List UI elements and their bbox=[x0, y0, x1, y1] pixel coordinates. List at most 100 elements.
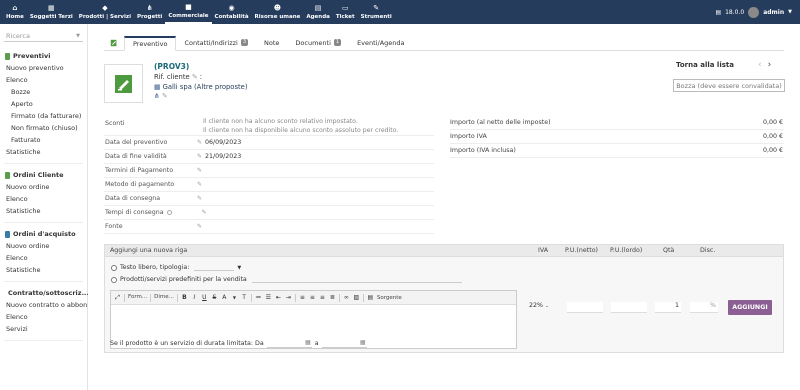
top-menu-risorse-umane[interactable]: ☻ Risorse umane bbox=[252, 0, 304, 24]
info-icon[interactable] bbox=[166, 210, 172, 215]
free-text-option[interactable]: Testo libero, tipologia: ▼ bbox=[111, 264, 241, 271]
sidebar-item[interactable]: Elenco bbox=[0, 252, 87, 264]
calendar-icon[interactable]: ▦ bbox=[360, 339, 366, 346]
outdent-icon[interactable]: ⇤ bbox=[275, 294, 282, 302]
bullet-list-icon[interactable]: ☰ bbox=[265, 294, 272, 302]
sidebar-item[interactable]: Statistiche bbox=[0, 264, 87, 276]
total-value: 0,00 € bbox=[762, 133, 783, 140]
pencil-icon[interactable]: ✎ bbox=[192, 73, 198, 81]
pencil-icon[interactable]: ✎ bbox=[197, 181, 205, 188]
underline-icon[interactable]: U bbox=[201, 294, 208, 302]
maximize-icon[interactable]: ⤢ bbox=[114, 294, 121, 302]
chevron-down-icon[interactable]: ▼ bbox=[231, 294, 238, 302]
free-text-radio[interactable] bbox=[111, 264, 117, 271]
sidebar-item[interactable]: Elenco bbox=[0, 311, 87, 323]
top-menu-progetti[interactable]: ⋔ Progetti bbox=[134, 0, 165, 24]
sidebar-item[interactable]: Elenco bbox=[0, 193, 87, 205]
pencil-icon[interactable]: ✎ bbox=[202, 209, 210, 216]
sidebar-item[interactable]: Nuovo ordine bbox=[0, 240, 87, 252]
chevron-down-icon[interactable]: ▼ bbox=[76, 33, 83, 39]
bold-icon[interactable]: B bbox=[181, 294, 188, 302]
search-input[interactable]: Ricerca bbox=[6, 32, 30, 40]
sidebar-item[interactable]: Fatturato bbox=[0, 134, 87, 146]
top-menu-ticket[interactable]: ▭ Ticket bbox=[333, 0, 358, 24]
predefined-radio[interactable] bbox=[111, 276, 117, 283]
numbered-list-icon[interactable]: ≔ bbox=[255, 294, 262, 302]
indent-icon[interactable]: ⇥ bbox=[285, 294, 292, 302]
align-justify-icon[interactable]: ≣ bbox=[329, 294, 336, 302]
format-select[interactable]: Form... bbox=[128, 293, 152, 302]
add-line-button[interactable]: AGGIUNGI bbox=[728, 300, 772, 315]
chevron-down-icon[interactable]: ▼ bbox=[237, 265, 241, 271]
pencil-icon[interactable]: ✎ bbox=[162, 92, 168, 100]
strike-icon[interactable]: S bbox=[211, 294, 218, 302]
sidebar-item[interactable]: Nuovo preventivo bbox=[0, 62, 87, 74]
sidebar-item[interactable]: Servizi bbox=[0, 323, 87, 335]
sidebar-item[interactable]: Aperto bbox=[0, 98, 87, 110]
tab-eventi-agenda[interactable]: Eventi/Agenda bbox=[349, 35, 412, 50]
sidebar-search[interactable]: Ricerca ▼ bbox=[4, 30, 83, 42]
tab-contatti-indirizzi[interactable]: Contatti/Indirizzi 3 bbox=[176, 35, 256, 50]
top-menu-soggetti-terzi[interactable]: ▦ Soggetti Terzi bbox=[27, 0, 76, 24]
italic-icon[interactable]: I bbox=[191, 294, 198, 302]
sidebar-item[interactable]: Non firmato (chiuso) bbox=[0, 122, 87, 134]
sidebar-section-title[interactable]: Preventivi bbox=[0, 49, 87, 62]
avatar[interactable] bbox=[748, 6, 760, 18]
top-menu-agenda[interactable]: ▤ Agenda bbox=[303, 0, 333, 24]
pencil-icon[interactable]: ✎ bbox=[197, 223, 205, 230]
sidebar-item[interactable]: Statistiche bbox=[0, 146, 87, 158]
sidebar-section-title[interactable]: Contratto/sottoscriz... bbox=[0, 286, 89, 299]
qty-input[interactable]: 1 bbox=[655, 302, 681, 313]
calendar-icon[interactable]: ▦ bbox=[305, 339, 311, 346]
sidebar-item[interactable]: Elenco bbox=[0, 74, 87, 86]
discount-input[interactable]: % bbox=[690, 302, 718, 313]
sitemap-icon[interactable]: ⋔ bbox=[154, 92, 160, 100]
back-to-list-link[interactable]: Torna alla lista bbox=[676, 61, 734, 69]
top-menu-contabilit-[interactable]: ◉ Contabilità bbox=[212, 0, 252, 24]
align-right-icon[interactable]: ≡ bbox=[319, 294, 326, 302]
print-icon[interactable]: ▤ bbox=[715, 9, 721, 16]
top-menu-prodotti-servizi[interactable]: ◆ Prodotti | Servizi bbox=[76, 0, 134, 24]
sidebar-item[interactable]: Nuovo ordine bbox=[0, 181, 87, 193]
tab-preventivo[interactable]: Preventivo bbox=[124, 36, 177, 51]
pu-gross-input[interactable] bbox=[611, 302, 647, 313]
sidebar-item[interactable]: Statistiche bbox=[0, 205, 87, 217]
source-icon[interactable]: ▤ bbox=[367, 294, 374, 302]
chevron-right-icon[interactable]: › bbox=[768, 60, 772, 70]
product-select[interactable] bbox=[251, 276, 462, 283]
align-center-icon[interactable]: ≡ bbox=[309, 294, 316, 302]
size-select[interactable]: Dime... bbox=[154, 293, 178, 302]
pencil-icon[interactable]: ✎ bbox=[197, 195, 205, 202]
line-type-select[interactable] bbox=[194, 264, 235, 271]
chevron-left-icon[interactable]: ‹ bbox=[758, 60, 762, 70]
sidebar-item[interactable]: Nuovo contratto o abbon... bbox=[0, 299, 87, 311]
tab-documenti[interactable]: Documenti 1 bbox=[287, 35, 349, 50]
source-button[interactable]: Sorgente bbox=[377, 295, 402, 301]
chevron-down-icon[interactable]: ▼ bbox=[788, 9, 792, 15]
pencil-icon[interactable]: ✎ bbox=[197, 167, 205, 174]
align-left-icon[interactable]: ≡ bbox=[299, 294, 306, 302]
image-icon[interactable]: ▨ bbox=[353, 294, 360, 302]
top-menu-commerciale[interactable]: ■ Commerciale bbox=[165, 0, 212, 24]
top-menu-strumenti[interactable]: ✎ Strumenti bbox=[358, 0, 395, 24]
thirdparty-link[interactable]: Galli spa (Altre proposte) bbox=[163, 83, 248, 91]
chevron-down-icon[interactable]: ⌄ bbox=[545, 304, 549, 309]
top-menu-home[interactable]: ⌂ Home bbox=[3, 0, 27, 24]
pencil-icon[interactable]: ✎ bbox=[197, 139, 205, 146]
tab-note[interactable]: Note bbox=[256, 35, 287, 50]
sidebar-item[interactable]: Firmato (da fatturare) bbox=[0, 110, 87, 122]
tab-overview-icon[interactable] bbox=[104, 35, 124, 50]
link-icon[interactable]: ∞ bbox=[343, 294, 350, 302]
vat-select[interactable]: 22% ⌄ bbox=[529, 302, 549, 309]
remove-format-icon[interactable]: Ꭲ bbox=[241, 294, 248, 302]
sidebar-section-title[interactable]: Ordini Cliente bbox=[0, 168, 87, 181]
user-name[interactable]: admin bbox=[763, 9, 784, 16]
text-color-icon[interactable]: A bbox=[221, 294, 228, 302]
date-from-input[interactable]: ▦ bbox=[266, 339, 312, 348]
date-to-input[interactable]: ▦ bbox=[321, 339, 367, 348]
sidebar-item[interactable]: Bozze bbox=[0, 86, 87, 98]
predefined-option[interactable]: Prodotti/servizi predefiniti per la vend… bbox=[111, 276, 462, 283]
sidebar-section-title[interactable]: Ordini d'acquisto bbox=[0, 227, 87, 240]
pu-net-input[interactable] bbox=[567, 302, 603, 313]
pencil-icon[interactable]: ✎ bbox=[197, 153, 205, 160]
